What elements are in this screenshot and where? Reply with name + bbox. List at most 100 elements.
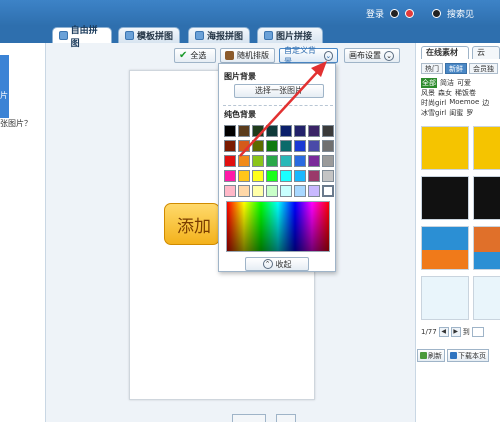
material-thumbnail[interactable] (421, 276, 469, 320)
choose-image-button[interactable]: 选择一张图片 (234, 84, 324, 98)
login-link[interactable]: 登录 (366, 7, 384, 20)
material-thumbnail[interactable] (473, 176, 500, 220)
color-swatch[interactable] (308, 125, 320, 137)
tab-online-materials[interactable]: 在线素材 (421, 46, 469, 59)
bottom-control[interactable] (276, 414, 296, 422)
color-swatch[interactable] (322, 155, 334, 167)
subtab-hot[interactable]: 热门 (421, 63, 443, 74)
check-icon: ✔ (179, 50, 188, 61)
color-swatch[interactable] (238, 155, 250, 167)
refresh-button[interactable]: 刷新 (417, 349, 445, 362)
tab-cloud[interactable]: 云 (472, 46, 500, 59)
color-swatch[interactable] (294, 185, 306, 197)
tag-more2[interactable]: 罗 (466, 108, 473, 118)
color-swatch[interactable] (294, 170, 306, 182)
color-swatch[interactable] (252, 155, 264, 167)
tag-cute[interactable]: 可爱 (457, 78, 471, 88)
download-page-button[interactable]: 下载本页 (447, 349, 489, 362)
material-thumbnail[interactable] (421, 226, 469, 270)
follow-link[interactable]: 搜索见 (447, 7, 474, 20)
color-swatch[interactable] (238, 170, 250, 182)
next-page-button[interactable]: ▶ (450, 327, 461, 337)
color-swatch[interactable] (280, 125, 292, 137)
tag-row: 风景 森女 稀饭卷 (421, 88, 476, 98)
color-swatch[interactable] (280, 140, 292, 152)
tab-image-stitch[interactable]: 图片拼接 (257, 27, 323, 43)
add-label: 添加 (177, 216, 211, 237)
color-swatch[interactable] (266, 125, 278, 137)
color-swatch[interactable] (224, 185, 236, 197)
chevron-down-icon: ⌄ (323, 50, 333, 61)
color-swatch[interactable] (294, 140, 306, 152)
color-swatch[interactable] (308, 140, 320, 152)
tab-template-collage[interactable]: 模板拼图 (118, 27, 180, 43)
add-image-button[interactable]: 添加 (164, 203, 220, 245)
background-popup: 图片背景 选择一张图片 纯色背景 ⌃ 收起 (218, 63, 336, 272)
color-spectrum-picker[interactable] (226, 201, 330, 252)
color-swatch[interactable] (322, 185, 334, 197)
material-thumbnail[interactable] (473, 226, 500, 270)
color-swatch[interactable] (322, 125, 334, 137)
canvas-settings-button[interactable]: 画布设置 ⌄ (344, 48, 400, 63)
color-swatch[interactable] (280, 170, 292, 182)
bottom-control[interactable] (232, 414, 266, 422)
color-swatch[interactable] (266, 140, 278, 152)
user-icon (431, 9, 441, 18)
refresh-icon (420, 352, 427, 359)
tag-ice[interactable]: 冰雪girl (421, 108, 446, 118)
collapse-button[interactable]: ⌃ 收起 (245, 257, 309, 271)
weibo-icon[interactable] (404, 9, 414, 18)
tag-rice[interactable]: 稀饭卷 (455, 88, 476, 98)
color-swatch[interactable] (308, 185, 320, 197)
color-swatch[interactable] (266, 155, 278, 167)
tab-label: 在线素材 (426, 48, 458, 57)
tag-moemoe[interactable]: Moemoe (449, 98, 479, 108)
material-thumbnail[interactable] (421, 126, 469, 170)
material-thumbnail[interactable] (473, 276, 500, 320)
color-swatch[interactable] (294, 155, 306, 167)
color-swatch[interactable] (252, 140, 264, 152)
tab-poster-collage[interactable]: 海报拼图 (188, 27, 250, 43)
color-swatch[interactable] (252, 185, 264, 197)
tag-bestie[interactable]: 闺蜜 (449, 108, 463, 118)
custom-background-button[interactable]: 自定义背景 ⌄ (279, 46, 338, 66)
tag-scenery[interactable]: 风景 (421, 88, 435, 98)
color-swatch[interactable] (280, 155, 292, 167)
color-swatch[interactable] (252, 170, 264, 182)
color-swatch[interactable] (308, 155, 320, 167)
qq-icon[interactable] (389, 9, 399, 18)
material-thumbnail[interactable] (421, 176, 469, 220)
color-swatch[interactable] (294, 125, 306, 137)
color-swatch[interactable] (224, 140, 236, 152)
subtab-member[interactable]: 会员独 (469, 63, 498, 74)
select-all-button[interactable]: ✔ 全选 (174, 48, 216, 63)
tag-fashion[interactable]: 时尚girl (421, 98, 446, 108)
color-swatch[interactable] (266, 185, 278, 197)
random-layout-label: 随机排版 (237, 51, 269, 60)
color-swatch[interactable] (252, 125, 264, 137)
color-swatch[interactable] (322, 170, 334, 182)
material-thumbnail[interactable] (473, 126, 500, 170)
download-page-label: 下载本页 (458, 351, 486, 360)
color-swatch[interactable] (224, 170, 236, 182)
color-swatch[interactable] (238, 185, 250, 197)
color-swatch[interactable] (224, 125, 236, 137)
template-icon (125, 31, 134, 40)
color-swatch[interactable] (238, 125, 250, 137)
random-layout-button[interactable]: 随机排版 (220, 48, 275, 63)
color-swatch[interactable] (308, 170, 320, 182)
left-highlight-block[interactable] (0, 55, 9, 118)
color-swatch[interactable] (322, 140, 334, 152)
page-number-input[interactable] (471, 327, 484, 337)
tag-more[interactable]: 边 (482, 98, 489, 108)
color-swatch[interactable] (266, 170, 278, 182)
tag-simple[interactable]: 简洁 (440, 78, 454, 88)
color-swatch[interactable] (238, 140, 250, 152)
color-swatch[interactable] (224, 155, 236, 167)
tag-forest[interactable]: 森女 (438, 88, 452, 98)
tag-all[interactable]: 全部 (421, 78, 437, 88)
subtab-new[interactable]: 新鲜 (445, 63, 467, 74)
prev-page-button[interactable]: ◀ (438, 327, 449, 337)
color-swatch[interactable] (280, 185, 292, 197)
tab-free-collage[interactable]: 自由拼图 (52, 26, 112, 49)
